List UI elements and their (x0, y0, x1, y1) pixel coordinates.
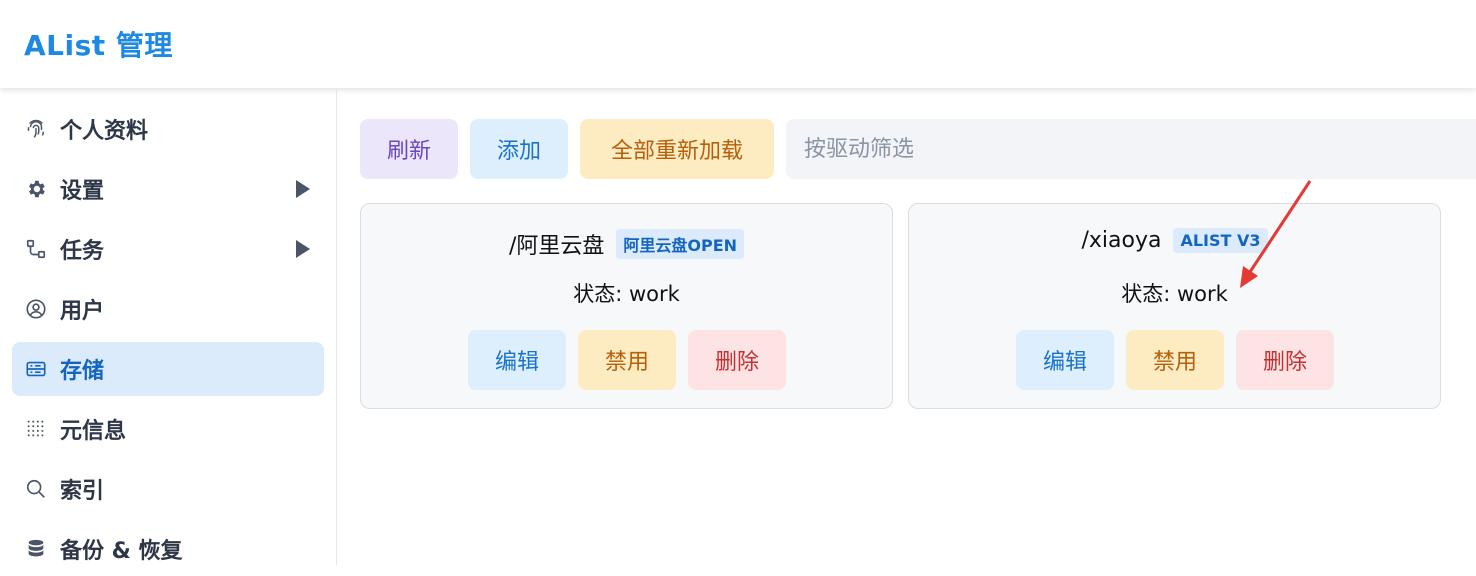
app-title: AList 管理 (24, 29, 173, 62)
storage-card: /阿里云盘 阿里云盘OPEN 状态: work 编辑 禁用 删除 (360, 203, 893, 409)
sidebar-item-backup[interactable]: 备份 & 恢复 (12, 522, 324, 576)
edit-button[interactable]: 编辑 (1016, 330, 1114, 390)
storage-card-header: /阿里云盘 阿里云盘OPEN (361, 228, 892, 260)
sidebar-item-meta[interactable]: 元信息 (12, 402, 324, 456)
user-circle-icon (24, 297, 48, 321)
sidebar-item-label: 元信息 (60, 419, 127, 444)
storage-status: 状态: work (1121, 282, 1228, 306)
sidebar-item-label: 个人资料 (60, 119, 149, 144)
sidebar-item-label: 设置 (60, 179, 105, 204)
database-icon (24, 537, 48, 561)
add-button[interactable]: 添加 (470, 119, 568, 179)
storage-card-header: /xiaoya ALIST V3 (909, 228, 1440, 253)
delete-button[interactable]: 删除 (688, 330, 786, 390)
sidebar-item-storage[interactable]: 存储 (12, 342, 324, 396)
mount-path: /xiaoya (1081, 228, 1162, 253)
task-flow-icon (24, 237, 48, 261)
edit-button[interactable]: 编辑 (468, 330, 566, 390)
disable-button[interactable]: 禁用 (1126, 330, 1224, 390)
dots-grid-icon (24, 417, 48, 441)
chevron-right-icon (296, 180, 310, 198)
sidebar: 个人资料 设置 任务 用户 存储 元信息 索引 备份 & 恢复 (0, 90, 337, 565)
delete-button[interactable]: 删除 (1236, 330, 1334, 390)
top-header: AList 管理 (0, 0, 1476, 88)
sidebar-item-label: 备份 & 恢复 (60, 539, 183, 564)
sidebar-item-label: 存储 (60, 359, 105, 384)
storage-icon (24, 357, 48, 381)
fingerprint-icon (24, 117, 48, 141)
mount-path: /阿里云盘 (508, 234, 605, 259)
sidebar-item-index[interactable]: 索引 (12, 462, 324, 516)
annotation-arrow-icon (1240, 180, 1312, 288)
driver-filter-input[interactable] (786, 119, 1476, 179)
chevron-right-icon (296, 240, 310, 258)
search-icon (24, 477, 48, 501)
sidebar-item-tasks[interactable]: 任务 (12, 222, 324, 276)
sidebar-item-profile[interactable]: 个人资料 (12, 102, 324, 156)
storage-status: 状态: work (573, 282, 680, 306)
sidebar-item-label: 任务 (60, 239, 105, 264)
reload-all-button[interactable]: 全部重新加载 (580, 119, 774, 179)
driver-badge: 阿里云盘OPEN (616, 229, 745, 259)
sidebar-item-label: 索引 (60, 479, 105, 504)
gear-icon (24, 177, 48, 201)
sidebar-item-users[interactable]: 用户 (12, 282, 324, 336)
sidebar-item-label: 用户 (60, 299, 105, 324)
refresh-button[interactable]: 刷新 (360, 119, 458, 179)
storage-card: /xiaoya ALIST V3 状态: work 编辑 禁用 删除 (908, 203, 1441, 409)
disable-button[interactable]: 禁用 (578, 330, 676, 390)
sidebar-item-settings[interactable]: 设置 (12, 162, 324, 216)
